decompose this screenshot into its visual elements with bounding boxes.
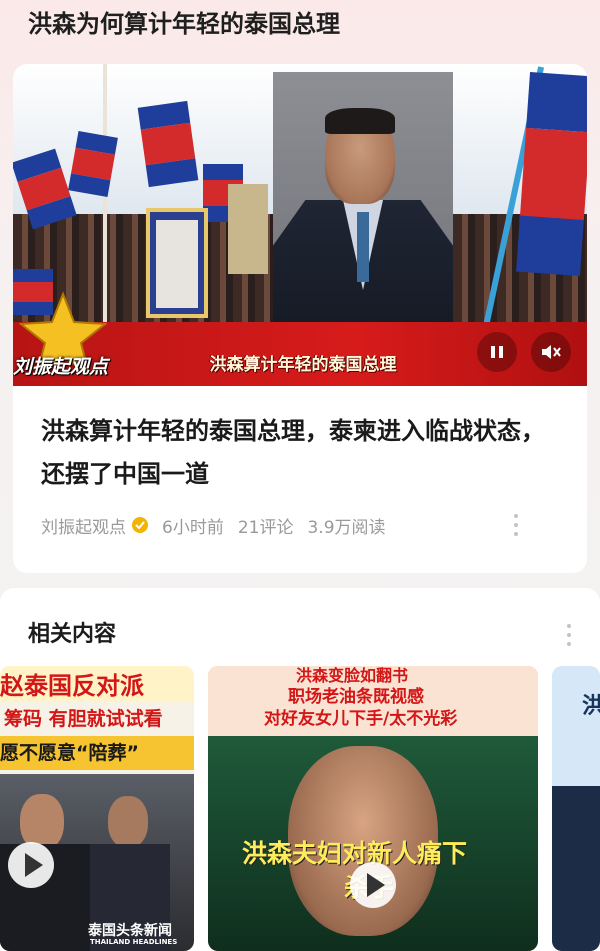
thumb-text: 洪 — [582, 694, 600, 719]
comment-count[interactable]: 21评论 — [238, 513, 294, 538]
thumb-watermark: 泰国头条新闻 — [88, 923, 172, 939]
more-options-icon[interactable] — [566, 624, 572, 646]
related-video-thumbnail[interactable]: 洪 — [552, 666, 600, 951]
thumb-photo — [552, 786, 600, 951]
article-meta: 刘振起观点 6小时前 21评论 3.9万阅读 — [41, 511, 561, 539]
article-title[interactable]: 洪森算计年轻的泰国总理，泰柬进入临战状态，还摆了中国一道 — [41, 410, 561, 496]
author-name[interactable]: 刘振起观点 — [41, 513, 126, 538]
video-caption: 洪森算计年轻的泰国总理 — [209, 355, 397, 375]
play-icon — [24, 853, 43, 877]
related-video-thumbnail[interactable]: 洪森变脸如翻书 职场老油条既视感 对好友女儿下手/太不光彩 洪森夫妇对新人痛下 … — [208, 666, 538, 951]
related-video-thumbnail[interactable]: 赵泰国反对派 筹码 有胆就试试看 愿不愿意“陪葬” 泰国头条新闻 THAILAN… — [0, 666, 194, 951]
publish-time: 6小时前 — [162, 517, 224, 538]
pause-button[interactable] — [477, 332, 517, 372]
mute-button[interactable] — [531, 332, 571, 372]
thumb-text: 愿不愿意“陪葬” — [0, 742, 139, 764]
mute-icon — [542, 345, 561, 359]
video-player[interactable]: 刘振起观点 洪森算计年轻的泰国总理 — [13, 64, 587, 386]
play-icon — [366, 873, 385, 897]
thumb-text: 赵泰国反对派 — [0, 672, 144, 700]
thumb-watermark-sub: THAILAND HEADLINES — [90, 938, 178, 946]
pause-icon — [491, 346, 503, 358]
thumb-caption: 洪森夫妇对新人痛下 — [242, 839, 468, 868]
more-options-icon[interactable] — [513, 514, 519, 536]
thumb-face — [108, 796, 148, 848]
read-count: 3.9万阅读 — [307, 517, 386, 538]
related-section: 相关内容 赵泰国反对派 筹码 有胆就试试看 愿不愿意“陪葬” 泰国头条新闻 TH… — [0, 588, 600, 951]
related-title: 相关内容 — [28, 622, 117, 647]
article-card[interactable]: 刘振起观点 洪森算计年轻的泰国总理 洪森算计年轻的泰国总理，泰柬进入临战状态，还… — [13, 64, 587, 573]
verified-icon — [132, 517, 148, 533]
thumb-text: 对好友女儿下手/太不光彩 — [264, 709, 458, 729]
play-button[interactable] — [8, 842, 54, 888]
leader-portrait — [273, 72, 453, 352]
thumb-text: 筹码 有胆就试试看 — [4, 708, 163, 730]
channel-logo-text: 刘振起观点 — [13, 356, 109, 378]
held-portrait — [146, 208, 208, 318]
held-portrait — [228, 184, 268, 274]
play-button[interactable] — [350, 862, 396, 908]
topic-title[interactable]: 洪森为何算计年轻的泰国总理 — [28, 6, 340, 42]
